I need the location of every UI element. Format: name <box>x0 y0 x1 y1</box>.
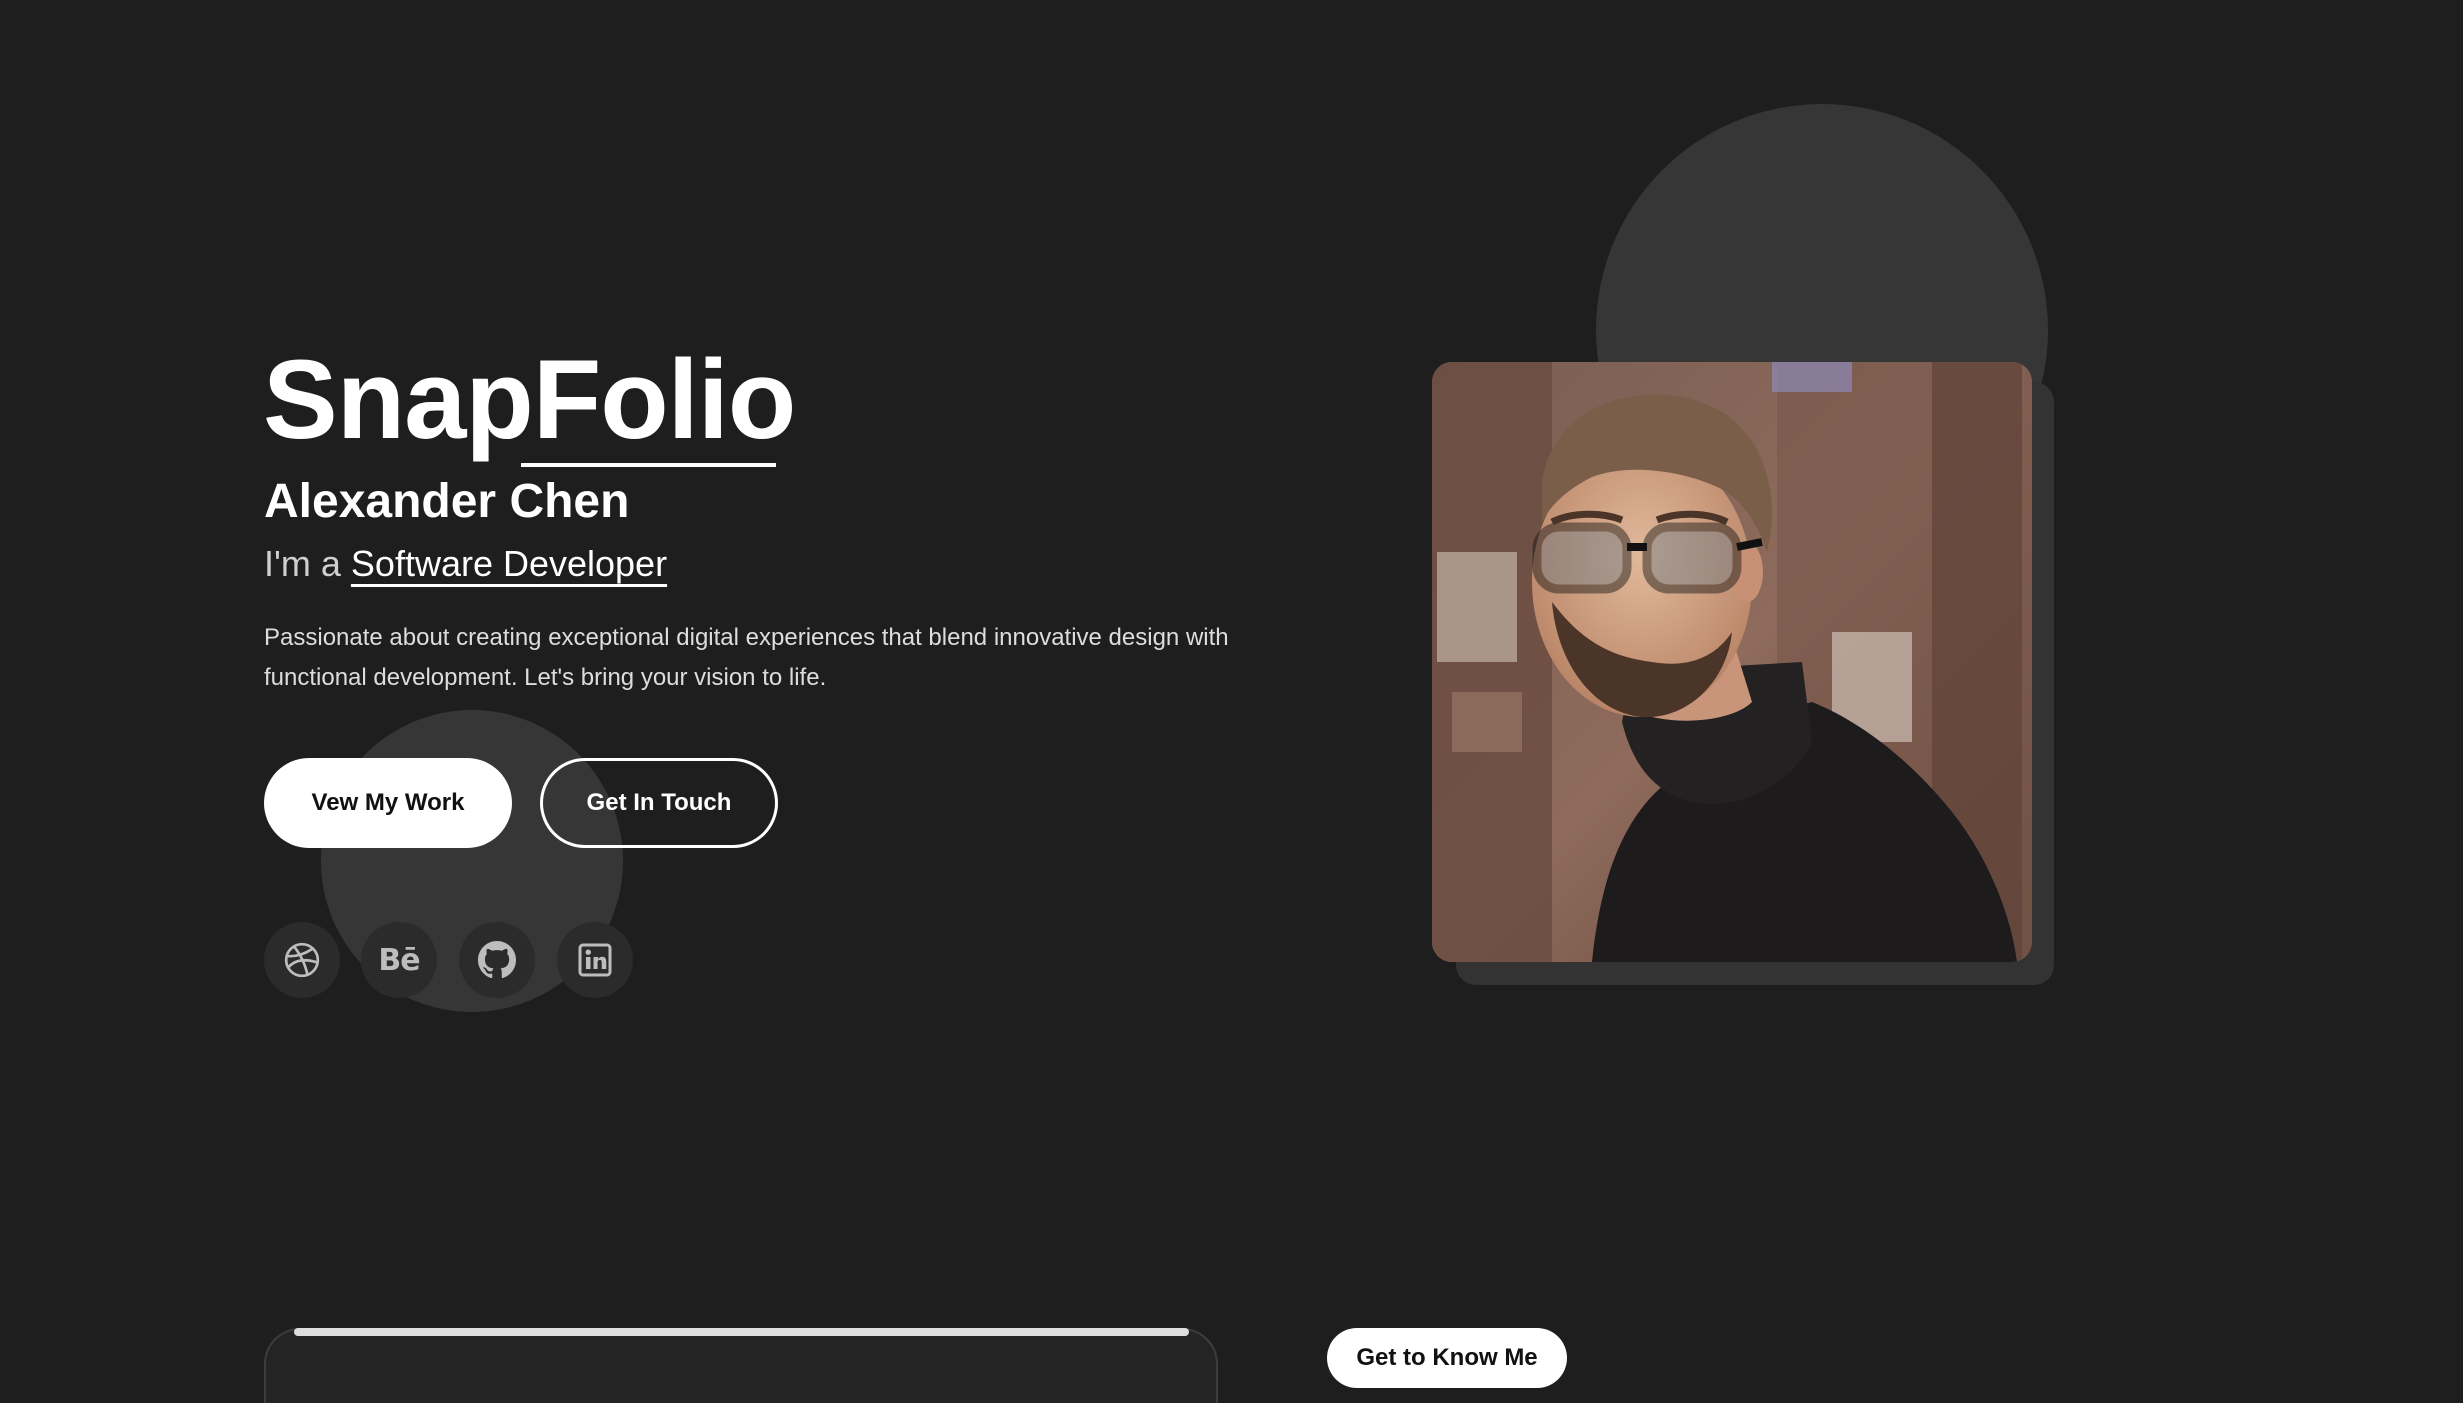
profile-photo <box>1432 362 2032 962</box>
get-in-touch-button[interactable]: Get In Touch <box>540 758 778 848</box>
brand-underline <box>521 463 776 467</box>
github-link[interactable] <box>459 922 535 998</box>
behance-link[interactable]: Bē <box>361 922 437 998</box>
portfolio-page: SnapFolio Alexander Chen I'm a Software … <box>0 0 2463 1403</box>
role-line: I'm a Software Developer <box>264 536 667 592</box>
behance-icon: Bē <box>378 942 420 978</box>
role-text: Software Developer <box>350 543 668 584</box>
linkedin-link[interactable] <box>557 922 633 998</box>
dribbble-link[interactable] <box>264 922 340 998</box>
intro-paragraph: Passionate about creating exceptional di… <box>264 624 1229 691</box>
linkedin-icon <box>578 943 612 977</box>
github-icon <box>478 941 516 979</box>
dribbble-icon <box>284 942 320 978</box>
profile-photo-illustration <box>1432 362 2032 962</box>
about-card-bar <box>294 1328 1189 1336</box>
person-name: Alexander Chen <box>264 475 630 528</box>
view-my-work-button[interactable]: Vew My Work <box>264 758 512 848</box>
about-card <box>264 1328 1218 1403</box>
brand-title: SnapFolio <box>263 337 796 462</box>
get-to-know-me-tag: Get to Know Me <box>1327 1328 1567 1388</box>
role-prefix: I'm a <box>264 543 341 584</box>
